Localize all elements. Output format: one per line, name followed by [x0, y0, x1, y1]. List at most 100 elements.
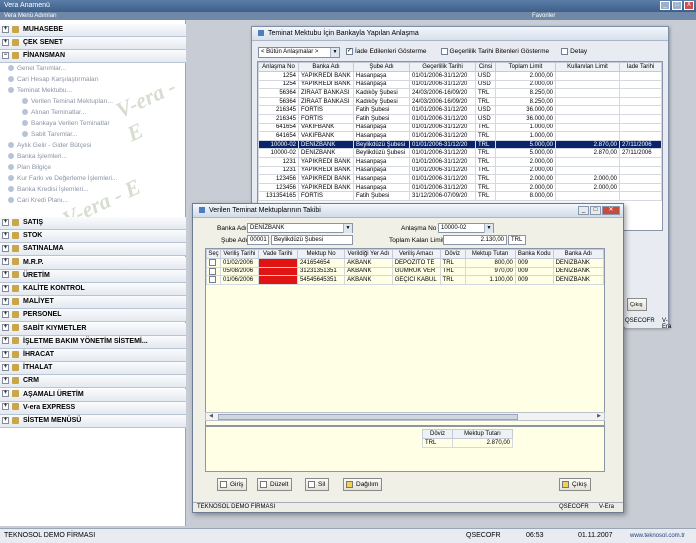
table-row[interactable]: 01/02/2006 01/02/2007 241654654 AKBANK DEPOZ…	[206, 258, 604, 268]
column-header[interactable]: Veriliş Amacı	[391, 249, 441, 259]
row-checkbox[interactable]	[209, 268, 216, 275]
expand-icon[interactable]: +	[2, 350, 9, 358]
expand-icon[interactable]: +	[2, 271, 9, 279]
scroll-right-icon[interactable]: ▶	[595, 413, 603, 420]
table-row[interactable]: 1254 YAPIKREDİ BANK Hasanpaşa 01/01/2006-31…	[258, 79, 662, 90]
table-row[interactable]: 01/06/2006 01/06/2007 54545645351 AKBANK GEÇ…	[206, 275, 604, 285]
menu-item[interactable]: + SATINALMA	[0, 243, 186, 257]
column-header[interactable]: Veriliş Tarihi	[220, 249, 259, 259]
menu-sub-banka-islemleri[interactable]: Banka İşlemleri...	[8, 151, 67, 162]
table-row[interactable]: 10000-02 DENİZBANK Beylikdüzü Şubesi 01/01/…	[258, 148, 662, 158]
column-header[interactable]: Vade Tarihi	[257, 249, 298, 259]
menu-sub-banka-kredisi[interactable]: Banka Kredisi İşlemleri...	[8, 184, 89, 195]
menu-item[interactable]: + İTHALAT	[0, 362, 186, 376]
iade-checkbox[interactable]: ✓	[346, 48, 353, 56]
table-row[interactable]: 216345 FORTIS Fatih Şubesi 01/01/2006-31/12…	[258, 113, 662, 124]
detay-checkbox[interactable]	[561, 48, 569, 56]
maximize-button[interactable]: □	[672, 1, 682, 10]
column-header[interactable]: Geçerlilik Tarihi	[409, 62, 476, 72]
anlasma-select[interactable]: 10000-02 ▼	[438, 223, 494, 233]
menu-sub-genel-tanimlar[interactable]: Genel Tanımlar...	[8, 63, 66, 74]
expand-icon[interactable]: +	[2, 25, 9, 33]
giris-button[interactable]: Giriş	[217, 478, 248, 491]
menu-item-muhasebe[interactable]: + MUHASEBE	[0, 24, 186, 37]
sube-name-field[interactable]: Beylikdüzü Şubesi	[271, 235, 353, 245]
table-row[interactable]: 641654 VAKIFBANK Hasanpaşa 01/01/2006-31/12…	[258, 131, 662, 141]
menu-item[interactable]: + İHRACAT	[0, 349, 186, 362]
table-row[interactable]: 1231 YAPIKREDİ BANK Hasanpaşa 01/01/2006-31…	[258, 165, 662, 176]
table-row[interactable]: 05/08/2006 05/08/2007 31231351351 AKBANK GÜM…	[206, 266, 604, 277]
duzelt-button[interactable]: Düzelt	[257, 478, 293, 491]
table-row[interactable]: 56364 ZİRAAT BANKASI Kadıköy Şubesi 24/03/2…	[258, 96, 662, 107]
expand-icon[interactable]: +	[2, 377, 9, 385]
table-row[interactable]: 1254 YAPIKREDİ BANK Hasanpaşa 01/01/2006-31…	[258, 71, 662, 81]
expand-icon[interactable]: +	[2, 218, 9, 226]
horizontal-scrollbar[interactable]: ◀ ▶	[205, 412, 605, 421]
menu-item[interactable]: + CRM	[0, 375, 186, 389]
column-header[interactable]: Cinsi	[475, 62, 496, 72]
menu-item[interactable]: + V-era EXPRESS	[0, 401, 186, 415]
menu-item[interactable]: + PERSONEL	[0, 309, 186, 323]
select-checkbox[interactable]	[206, 275, 221, 285]
menu-item[interactable]: + SATIŞ	[0, 217, 186, 230]
expand-icon[interactable]: +	[2, 245, 9, 253]
column-header[interactable]: Toplam Limit	[495, 62, 556, 72]
table-row[interactable]: 123456 YAPIKREDİ BANK Hasanpaşa 01/01/2006-…	[258, 174, 662, 184]
table-row[interactable]: 641654 VAKIFBANK Hasanpaşa 01/01/2006-31/12…	[258, 122, 662, 133]
sube-code-field[interactable]: 00001	[247, 235, 269, 245]
favorites-label[interactable]: Favoriler	[532, 12, 555, 20]
gecerlilik-checkbox[interactable]	[440, 48, 448, 56]
column-header[interactable]: Kullanılan Limit	[555, 62, 620, 72]
gecerlilik-checkbox-group[interactable]: Geçerlilik Tarihi Bitenleri Gösterme	[440, 48, 549, 56]
expand-icon[interactable]: +	[2, 403, 9, 411]
menu-item-finansman[interactable]: − FİNANSMAN	[0, 50, 186, 63]
menu-sub-cari-hesap[interactable]: Cari Hesap Karşılaştırmaları	[8, 74, 99, 85]
menu-sub-bankaya-verilen[interactable]: Bankaya Verilen Teminatlar	[22, 118, 110, 129]
detay-checkbox-group[interactable]: Detay	[561, 48, 587, 56]
column-header[interactable]: Şube Adı	[353, 62, 410, 72]
menu-sub-verilen-teminat[interactable]: Verilen Teminat Mektupları...	[22, 96, 113, 107]
menu-item[interactable]: + İŞLETME BAKIM YÖNETİM SİSTEMİ...	[0, 335, 186, 349]
status-url[interactable]: www.teknosol.com.tr	[630, 529, 685, 543]
expand-icon[interactable]: +	[2, 38, 9, 46]
maximize-button[interactable]: □	[590, 206, 601, 215]
iade-checkbox-group[interactable]: ✓ İade Edilenleri Gösterme	[346, 48, 427, 56]
column-header[interactable]: Döviz	[439, 249, 466, 259]
menu-item[interactable]: + SİSTEM MENÜSÜ	[0, 415, 186, 428]
expand-icon[interactable]: +	[2, 284, 9, 292]
menu-item[interactable]: + MALİYET	[0, 296, 186, 310]
menu-sub-plan-bilgice[interactable]: Plan Bilgiçe	[8, 162, 51, 173]
column-header[interactable]: Seç	[206, 249, 221, 259]
table-row[interactable]: 56364 ZİRAAT BANKASI Kadıköy Şubesi 24/03/2…	[258, 88, 662, 98]
column-header[interactable]: Banka Adı	[298, 62, 354, 72]
menu-sub-teminat-mektubu[interactable]: Teminat Mektubu...	[8, 85, 72, 96]
letters-grid[interactable]: Seç Veriliş Tarihi Vade Tarihi Mektup No Ver…	[205, 248, 605, 426]
expand-icon[interactable]: +	[2, 297, 9, 305]
collapse-icon[interactable]: −	[2, 51, 9, 59]
expand-icon[interactable]: +	[2, 363, 9, 371]
scroll-left-icon[interactable]: ◀	[207, 413, 215, 420]
menu-sub-kur-farki[interactable]: Kur Farkı ve Değerleme İşlemleri...	[8, 173, 117, 184]
row-checkbox[interactable]	[209, 259, 216, 267]
agreement-filter-select[interactable]: < Bütün Anlaşmalar > ▼	[258, 46, 340, 58]
expand-icon[interactable]: +	[2, 324, 9, 332]
minimize-button[interactable]: _	[660, 1, 670, 10]
table-row[interactable]: 10000-02 DENİZBANK Beylikdüzü Şubesi 01/01/…	[258, 139, 662, 150]
table-row[interactable]: 1231 YAPIKREDİ BANK Hasanpaşa 01/01/2006-31…	[258, 156, 662, 167]
column-header[interactable]: Mektup Tutarı	[464, 249, 516, 259]
menu-sub-cari-kredi[interactable]: Cari Kredi Planı...	[8, 195, 68, 206]
expand-icon[interactable]: +	[2, 311, 9, 319]
menu-item[interactable]: + STOK	[0, 230, 186, 244]
sil-button[interactable]: Sil	[305, 478, 330, 491]
row-checkbox[interactable]	[209, 276, 216, 284]
banka-select[interactable]: DENİZBANK ▼	[247, 223, 353, 233]
column-header[interactable]: Verildiği Yer Adı	[344, 249, 393, 259]
table-row[interactable]: 131354165 FORTIS Fatih Şubesi 31/12/2006-07…	[258, 191, 662, 201]
menu-sub-alinan-teminatlar[interactable]: Alınan Teminatlar...	[22, 107, 86, 118]
menu-item[interactable]: + KALİTE KONTROL	[0, 283, 186, 296]
column-header[interactable]: Banka Adı	[552, 249, 604, 259]
expand-icon[interactable]: +	[2, 416, 9, 424]
table-row[interactable]: 123456 YAPIKREDİ BANK Hasanpaşa 01/01/2006-…	[258, 182, 662, 193]
table-row[interactable]: 216345 FORTIS Fatih Şubesi 01/01/2006-31/12…	[258, 105, 662, 115]
side-exit-button[interactable]: Çıkış	[627, 298, 647, 311]
